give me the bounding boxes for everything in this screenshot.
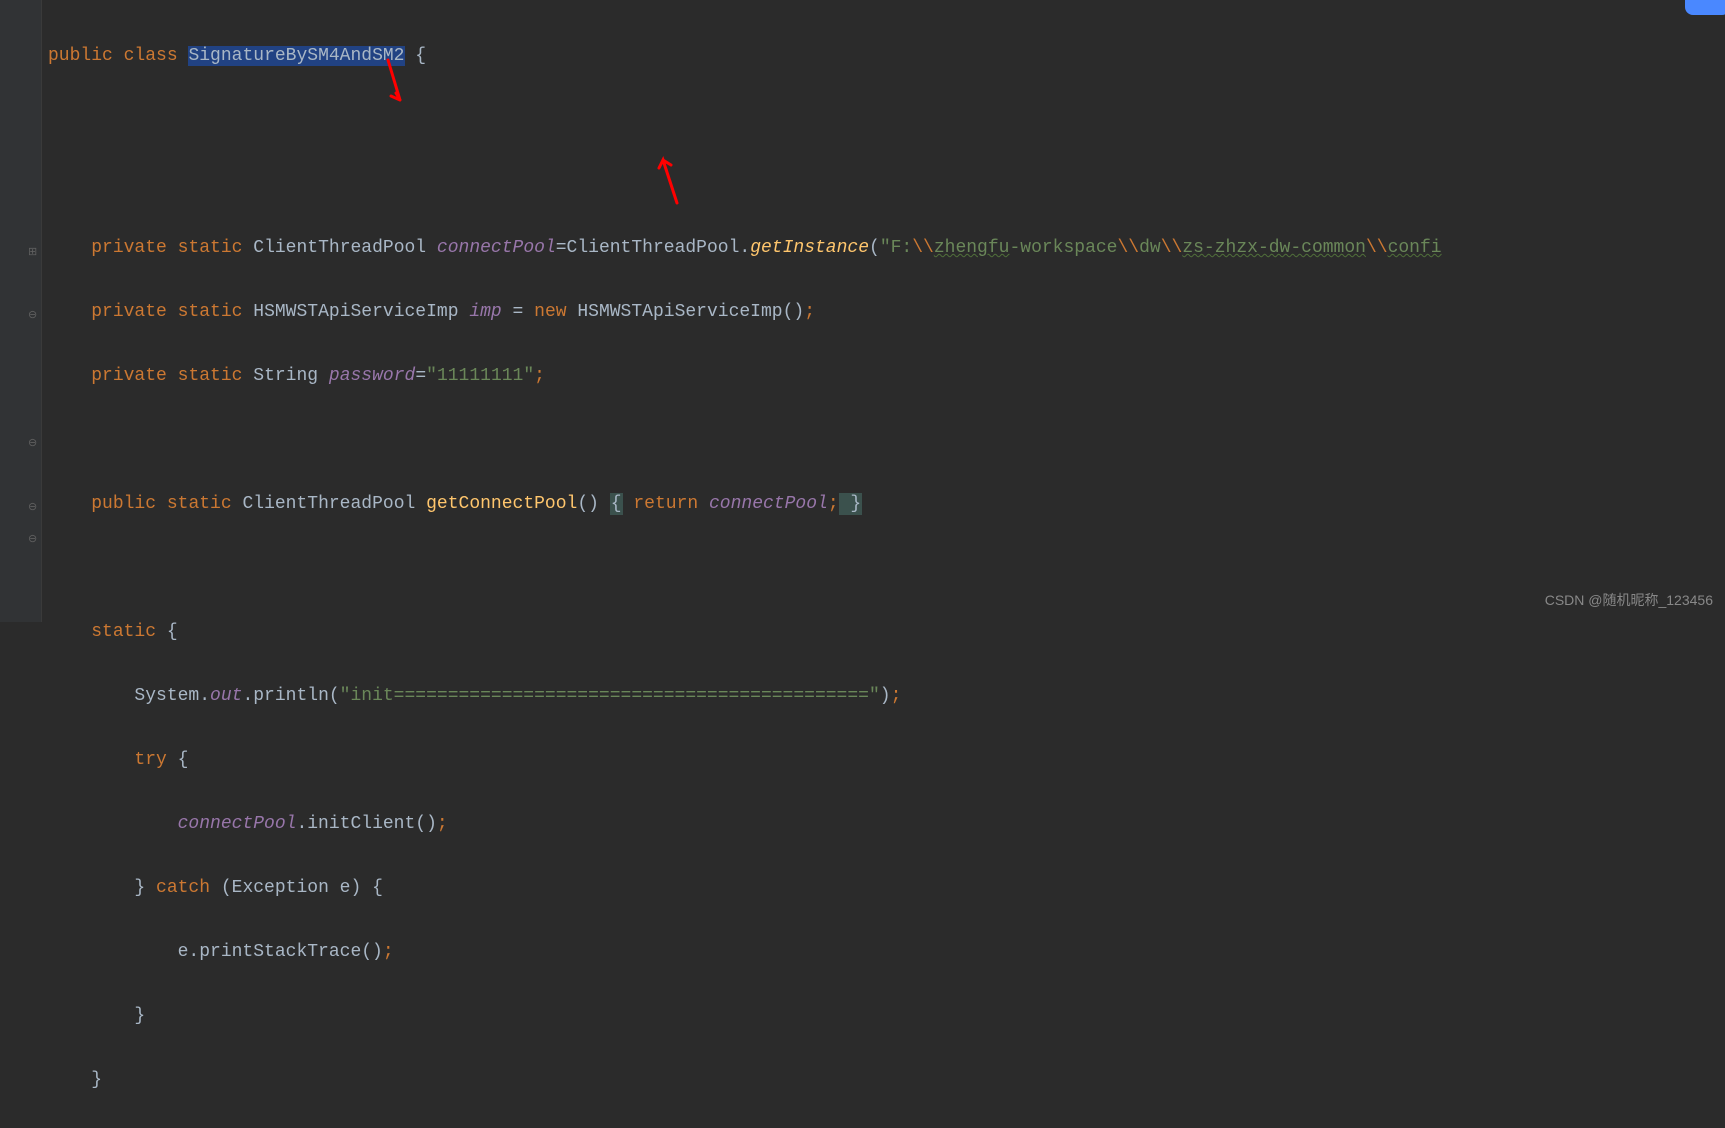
watermark: CSDN @随机昵称_123456 xyxy=(1545,584,1713,616)
code-line: private static String password="11111111… xyxy=(48,360,1725,392)
code-line xyxy=(48,104,1725,136)
code-line: static { xyxy=(48,616,1725,648)
code-line: connectPool.initClient(); xyxy=(48,808,1725,840)
code-line: } catch (Exception e) { xyxy=(48,872,1725,904)
annotation-arrow-icon xyxy=(378,58,408,108)
code-line: public class SignatureBySM4AndSM2 { xyxy=(48,40,1725,72)
code-line: System.out.println("init================… xyxy=(48,680,1725,712)
annotation-arrow-icon xyxy=(655,155,685,205)
code-line: } xyxy=(48,1064,1725,1096)
code-line xyxy=(48,168,1725,200)
code-line xyxy=(48,552,1725,584)
code-line: try { xyxy=(48,744,1725,776)
code-line: private static ClientThreadPool connectP… xyxy=(48,232,1725,264)
code-line: public static ClientThreadPool getConnec… xyxy=(48,488,1725,520)
code-editor[interactable]: public class SignatureBySM4AndSM2 { priv… xyxy=(0,0,1725,1128)
code-line: } xyxy=(48,1000,1725,1032)
code-line: e.printStackTrace(); xyxy=(48,936,1725,968)
code-line xyxy=(48,424,1725,456)
corner-badge xyxy=(1685,0,1725,15)
code-line: private static HSMWSTApiServiceImp imp =… xyxy=(48,296,1725,328)
